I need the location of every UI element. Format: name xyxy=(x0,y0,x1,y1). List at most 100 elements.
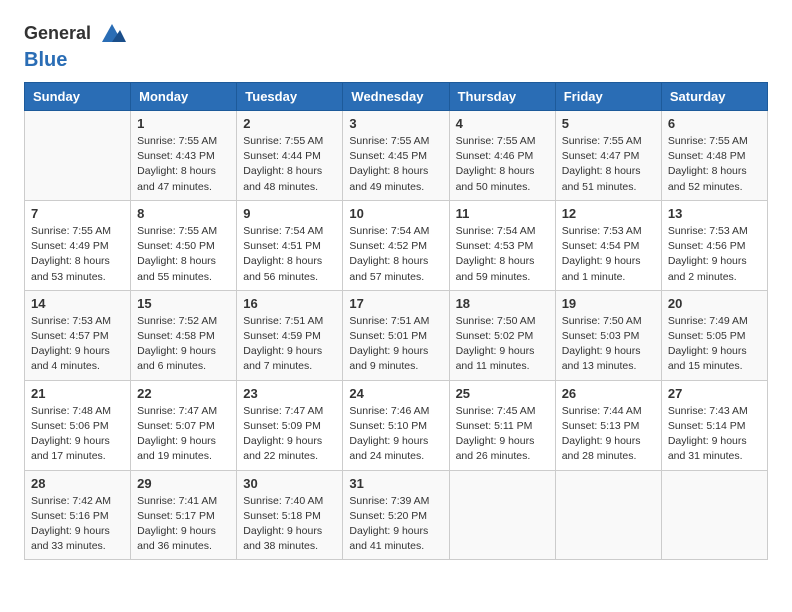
calendar-cell: 24 Sunrise: 7:46 AM Sunset: 5:10 PM Dayli… xyxy=(343,380,449,470)
logo-line1: General xyxy=(24,23,91,43)
day-content: Sunrise: 7:54 AM Sunset: 4:51 PM Dayligh… xyxy=(243,224,336,285)
day-number: 17 xyxy=(349,296,442,311)
calendar-header-row: SundayMondayTuesdayWednesdayThursdayFrid… xyxy=(25,83,768,111)
day-number: 23 xyxy=(243,386,336,401)
day-content: Sunrise: 7:43 AM Sunset: 5:14 PM Dayligh… xyxy=(668,404,761,465)
day-number: 14 xyxy=(31,296,124,311)
logo-icon xyxy=(98,20,126,48)
logo: General Blue xyxy=(24,20,126,72)
calendar-cell: 17 Sunrise: 7:51 AM Sunset: 5:01 PM Dayli… xyxy=(343,290,449,380)
day-number: 5 xyxy=(562,116,655,131)
day-number: 2 xyxy=(243,116,336,131)
calendar-cell: 8 Sunrise: 7:55 AM Sunset: 4:50 PM Daylig… xyxy=(131,200,237,290)
calendar-cell: 4 Sunrise: 7:55 AM Sunset: 4:46 PM Daylig… xyxy=(449,111,555,201)
day-content: Sunrise: 7:54 AM Sunset: 4:53 PM Dayligh… xyxy=(456,224,549,285)
calendar-cell: 11 Sunrise: 7:54 AM Sunset: 4:53 PM Dayli… xyxy=(449,200,555,290)
calendar-cell: 2 Sunrise: 7:55 AM Sunset: 4:44 PM Daylig… xyxy=(237,111,343,201)
day-content: Sunrise: 7:53 AM Sunset: 4:57 PM Dayligh… xyxy=(31,314,124,375)
day-content: Sunrise: 7:54 AM Sunset: 4:52 PM Dayligh… xyxy=(349,224,442,285)
day-number: 15 xyxy=(137,296,230,311)
day-number: 13 xyxy=(668,206,761,221)
header-wednesday: Wednesday xyxy=(343,83,449,111)
day-number: 25 xyxy=(456,386,549,401)
calendar-cell: 14 Sunrise: 7:53 AM Sunset: 4:57 PM Dayli… xyxy=(25,290,131,380)
day-content: Sunrise: 7:44 AM Sunset: 5:13 PM Dayligh… xyxy=(562,404,655,465)
day-content: Sunrise: 7:40 AM Sunset: 5:18 PM Dayligh… xyxy=(243,494,336,555)
calendar-cell: 5Sunrise: 7:55 AM Sunset: 4:47 PM Daylig… xyxy=(555,111,661,201)
day-number: 4 xyxy=(456,116,549,131)
day-content: Sunrise: 7:55 AM Sunset: 4:46 PM Dayligh… xyxy=(456,134,549,195)
calendar-table: SundayMondayTuesdayWednesdayThursdayFrid… xyxy=(24,82,768,560)
day-number: 31 xyxy=(349,476,442,491)
day-content: Sunrise: 7:39 AM Sunset: 5:20 PM Dayligh… xyxy=(349,494,442,555)
day-content: Sunrise: 7:55 AM Sunset: 4:50 PM Dayligh… xyxy=(137,224,230,285)
day-number: 7 xyxy=(31,206,124,221)
calendar-cell: 1Sunrise: 7:55 AM Sunset: 4:43 PM Daylig… xyxy=(131,111,237,201)
calendar-cell: 18 Sunrise: 7:50 AM Sunset: 5:02 PM Dayli… xyxy=(449,290,555,380)
calendar-cell: 28 Sunrise: 7:42 AM Sunset: 5:16 PM Dayli… xyxy=(25,470,131,560)
day-content: Sunrise: 7:50 AM Sunset: 5:02 PM Dayligh… xyxy=(456,314,549,375)
calendar-cell: 19Sunrise: 7:50 AM Sunset: 5:03 PM Dayli… xyxy=(555,290,661,380)
day-number: 9 xyxy=(243,206,336,221)
calendar-cell: 23 Sunrise: 7:47 AM Sunset: 5:09 PM Dayli… xyxy=(237,380,343,470)
calendar-cell: 20 Sunrise: 7:49 AM Sunset: 5:05 PM Dayli… xyxy=(661,290,767,380)
day-number: 11 xyxy=(456,206,549,221)
calendar-cell: 12 Sunrise: 7:53 AM Sunset: 4:54 PM Dayli… xyxy=(555,200,661,290)
calendar-cell: 13 Sunrise: 7:53 AM Sunset: 4:56 PM Dayli… xyxy=(661,200,767,290)
calendar-cell: 6Sunrise: 7:55 AM Sunset: 4:48 PM Daylig… xyxy=(661,111,767,201)
day-content: Sunrise: 7:45 AM Sunset: 5:11 PM Dayligh… xyxy=(456,404,549,465)
header-sunday: Sunday xyxy=(25,83,131,111)
calendar-cell: 3 Sunrise: 7:55 AM Sunset: 4:45 PM Daylig… xyxy=(343,111,449,201)
day-content: Sunrise: 7:55 AM Sunset: 4:44 PM Dayligh… xyxy=(243,134,336,195)
day-content: Sunrise: 7:48 AM Sunset: 5:06 PM Dayligh… xyxy=(31,404,124,465)
calendar-week-2: 7 Sunrise: 7:55 AM Sunset: 4:49 PM Daylig… xyxy=(25,200,768,290)
day-number: 30 xyxy=(243,476,336,491)
day-number: 21 xyxy=(31,386,124,401)
day-content: Sunrise: 7:52 AM Sunset: 4:58 PM Dayligh… xyxy=(137,314,230,375)
header-saturday: Saturday xyxy=(661,83,767,111)
calendar-cell: 10 Sunrise: 7:54 AM Sunset: 4:52 PM Dayli… xyxy=(343,200,449,290)
day-number: 29 xyxy=(137,476,230,491)
day-content: Sunrise: 7:53 AM Sunset: 4:56 PM Dayligh… xyxy=(668,224,761,285)
calendar-cell xyxy=(25,111,131,201)
day-content: Sunrise: 7:49 AM Sunset: 5:05 PM Dayligh… xyxy=(668,314,761,375)
day-content: Sunrise: 7:53 AM Sunset: 4:54 PM Dayligh… xyxy=(562,224,655,285)
day-number: 28 xyxy=(31,476,124,491)
day-content: Sunrise: 7:51 AM Sunset: 5:01 PM Dayligh… xyxy=(349,314,442,375)
calendar-cell: 15 Sunrise: 7:52 AM Sunset: 4:58 PM Dayli… xyxy=(131,290,237,380)
header-tuesday: Tuesday xyxy=(237,83,343,111)
page-header: General Blue xyxy=(24,20,768,72)
day-content: Sunrise: 7:47 AM Sunset: 5:09 PM Dayligh… xyxy=(243,404,336,465)
calendar-cell: 16 Sunrise: 7:51 AM Sunset: 4:59 PM Dayli… xyxy=(237,290,343,380)
calendar-cell xyxy=(661,470,767,560)
day-content: Sunrise: 7:50 AM Sunset: 5:03 PM Dayligh… xyxy=(562,314,655,375)
day-content: Sunrise: 7:55 AM Sunset: 4:49 PM Dayligh… xyxy=(31,224,124,285)
day-number: 20 xyxy=(668,296,761,311)
calendar-cell: 25 Sunrise: 7:45 AM Sunset: 5:11 PM Dayli… xyxy=(449,380,555,470)
day-number: 10 xyxy=(349,206,442,221)
calendar-week-4: 21 Sunrise: 7:48 AM Sunset: 5:06 PM Dayli… xyxy=(25,380,768,470)
day-number: 27 xyxy=(668,386,761,401)
day-number: 18 xyxy=(456,296,549,311)
day-number: 26 xyxy=(562,386,655,401)
day-content: Sunrise: 7:55 AM Sunset: 4:43 PM Dayligh… xyxy=(137,134,230,195)
day-content: Sunrise: 7:47 AM Sunset: 5:07 PM Dayligh… xyxy=(137,404,230,465)
day-number: 16 xyxy=(243,296,336,311)
day-number: 12 xyxy=(562,206,655,221)
day-number: 3 xyxy=(349,116,442,131)
day-content: Sunrise: 7:51 AM Sunset: 4:59 PM Dayligh… xyxy=(243,314,336,375)
day-number: 24 xyxy=(349,386,442,401)
header-monday: Monday xyxy=(131,83,237,111)
day-number: 8 xyxy=(137,206,230,221)
calendar-cell xyxy=(555,470,661,560)
day-content: Sunrise: 7:55 AM Sunset: 4:45 PM Dayligh… xyxy=(349,134,442,195)
day-number: 6 xyxy=(668,116,761,131)
day-content: Sunrise: 7:42 AM Sunset: 5:16 PM Dayligh… xyxy=(31,494,124,555)
day-number: 22 xyxy=(137,386,230,401)
day-content: Sunrise: 7:46 AM Sunset: 5:10 PM Dayligh… xyxy=(349,404,442,465)
calendar-week-3: 14 Sunrise: 7:53 AM Sunset: 4:57 PM Dayli… xyxy=(25,290,768,380)
calendar-cell: 27 Sunrise: 7:43 AM Sunset: 5:14 PM Dayli… xyxy=(661,380,767,470)
calendar-cell: 29Sunrise: 7:41 AM Sunset: 5:17 PM Dayli… xyxy=(131,470,237,560)
calendar-cell: 30 Sunrise: 7:40 AM Sunset: 5:18 PM Dayli… xyxy=(237,470,343,560)
header-thursday: Thursday xyxy=(449,83,555,111)
